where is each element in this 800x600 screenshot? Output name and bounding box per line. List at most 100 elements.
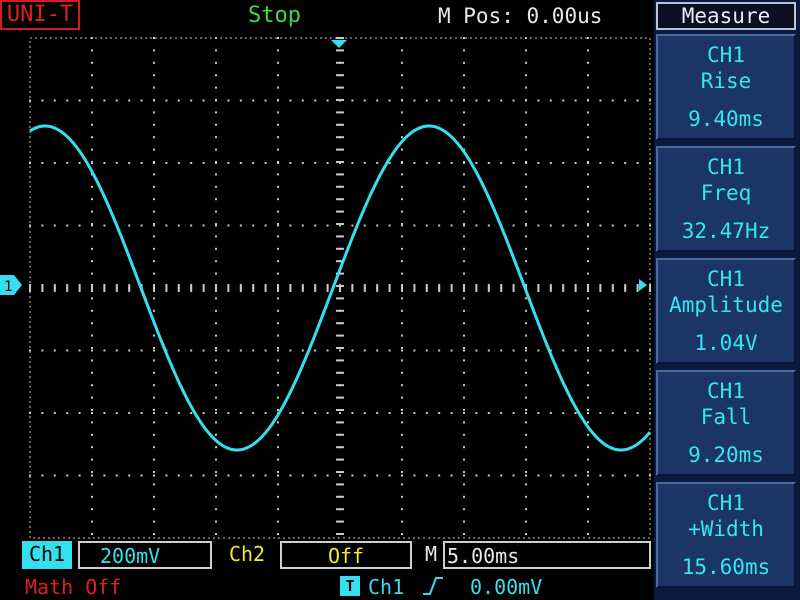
grid-dot (599, 349, 602, 352)
grid-dot (53, 474, 56, 477)
grid-dot (587, 334, 589, 337)
grid-dot (153, 334, 155, 337)
center-tick (227, 284, 230, 292)
grid-dot (525, 458, 527, 461)
grid-dot (525, 260, 527, 263)
center-tick (326, 284, 329, 292)
grid-dot (66, 99, 69, 102)
measure-item-pos-width[interactable]: CH1 +Width 15.60ms (656, 482, 796, 588)
grid-dot (326, 99, 329, 102)
measure-menu-title[interactable]: Measure (656, 2, 796, 30)
grid-dot (351, 99, 354, 102)
grid-dot (525, 99, 527, 102)
grid-dot (91, 471, 93, 473)
grid-dot (562, 162, 565, 164)
grid-dot (525, 185, 527, 188)
grid-dot (91, 421, 93, 424)
grid-dot (401, 322, 403, 325)
grid-dot (277, 520, 279, 523)
grid-dot (91, 210, 93, 213)
center-tick (336, 508, 344, 511)
center-tick (336, 309, 344, 312)
measure-item-rise[interactable]: CH1 Rise 9.40ms (656, 34, 796, 140)
grid-dot (215, 533, 217, 535)
measure-item-freq[interactable]: CH1 Freq 32.47Hz (656, 146, 796, 252)
grid-dot (587, 198, 589, 201)
grid-dot (314, 474, 317, 477)
grid-dot (611, 162, 614, 164)
grid-dot (66, 162, 69, 164)
grid-dot (401, 37, 403, 39)
ch1-label[interactable]: Ch1 (22, 541, 72, 569)
grid-dot (215, 322, 217, 325)
grid-dot (587, 247, 589, 250)
waveform-display: 1 (0, 30, 654, 540)
grid-dot (128, 162, 131, 164)
center-tick (91, 284, 93, 292)
grid-dot (636, 99, 639, 102)
grid-dot (277, 260, 279, 263)
grid-dot (277, 349, 279, 352)
grid-dot (401, 74, 403, 77)
grid-dot (413, 99, 416, 102)
grid-dot (413, 224, 416, 227)
grid-dot (425, 474, 428, 477)
ch2-label[interactable]: Ch2 (220, 541, 274, 569)
grid-dot (41, 349, 44, 352)
grid-dot (388, 349, 391, 352)
grid-dot (153, 247, 155, 250)
center-tick (351, 284, 354, 292)
center-tick (29, 284, 31, 292)
grid-dot (525, 412, 527, 414)
grid-dot (587, 173, 589, 176)
measure-item-fall[interactable]: CH1 Fall 9.20ms (656, 370, 796, 476)
grid-dot (425, 349, 428, 352)
grid-dot (450, 474, 453, 477)
grid-dot (227, 474, 230, 477)
grid-dot (463, 359, 465, 362)
grid-dot (53, 349, 56, 352)
center-tick (549, 284, 552, 292)
grid-dot (475, 349, 478, 352)
grid-dot (388, 474, 391, 477)
grid-dot (450, 224, 453, 227)
timebase-value: 5.00ms (443, 541, 651, 569)
grid-dot (277, 483, 279, 486)
grid-dot (587, 371, 589, 374)
grid-dot (401, 409, 403, 411)
grid-dot (153, 359, 155, 362)
grid-dot (29, 349, 31, 352)
grid-dot (91, 185, 93, 188)
grid-dot (587, 224, 589, 227)
center-tick (636, 284, 639, 292)
grid-dot (401, 297, 403, 300)
grid-dot (376, 412, 379, 414)
grid-dot (463, 495, 465, 498)
grid-dot (587, 162, 589, 164)
grid-dot (599, 162, 602, 164)
grid-dot (153, 123, 155, 126)
grid-dot (401, 396, 403, 399)
grid-dot (215, 446, 217, 449)
grid-dot (587, 412, 589, 414)
grid-dot (153, 433, 155, 436)
grid-dot (587, 384, 589, 387)
grid-dot (339, 474, 341, 477)
grid-dot (587, 396, 589, 399)
grid-dot (587, 458, 589, 461)
grid-dot (239, 474, 242, 477)
grid-dot (91, 508, 93, 511)
measure-item-amplitude[interactable]: CH1 Amplitude 1.04V (656, 258, 796, 364)
center-tick (336, 61, 344, 64)
grid-dot (153, 309, 155, 312)
grid-dot (301, 162, 304, 164)
grid-dot (636, 412, 639, 414)
measure-value: 9.20ms (688, 443, 764, 467)
grid-dot (401, 334, 403, 337)
grid-dot (587, 433, 589, 436)
grid-dot (463, 37, 465, 39)
grid-dot (425, 162, 428, 164)
grid-dot (277, 148, 279, 151)
grid-dot (91, 297, 93, 300)
grid-dot (53, 224, 56, 227)
